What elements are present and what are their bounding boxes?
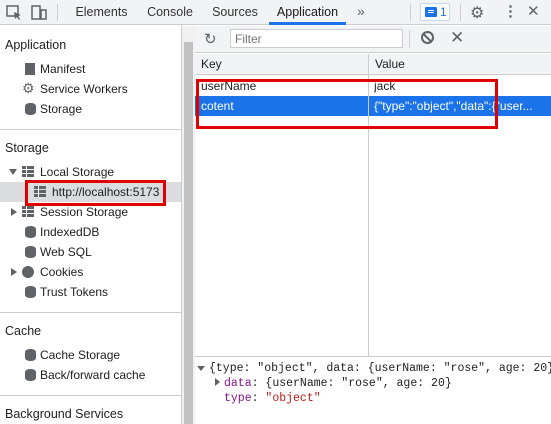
grid-icon (34, 186, 46, 197)
scrollbar-thumb[interactable] (184, 42, 193, 424)
sidebar-item-label: Trust Tokens (40, 285, 109, 299)
preview-type-key: type (224, 392, 252, 405)
sidebar-item-web-sql[interactable]: Web SQL (0, 242, 181, 262)
database-icon (25, 369, 36, 381)
sidebar-item-session-storage[interactable]: Session Storage (0, 202, 181, 222)
preview-type-value: "object" (265, 392, 321, 405)
filter-input[interactable] (230, 29, 403, 48)
storage-toolbar: ↻ ✕ (195, 26, 551, 53)
toolbar-separator (460, 4, 461, 21)
tab-console[interactable]: Console (139, 0, 201, 25)
delete-selected-icon[interactable]: ✕ (450, 28, 464, 48)
sidebar-item-label: http://localhost:5173 (52, 185, 160, 199)
sidebar-item-manifest[interactable]: Manifest (0, 59, 181, 79)
preview-divider[interactable] (195, 356, 551, 357)
column-header-value[interactable]: Value (369, 54, 551, 75)
expand-arrow-down-icon[interactable] (9, 169, 17, 175)
sidebar-divider (0, 129, 181, 130)
issues-count: 1 (440, 5, 447, 19)
issues-badge-button[interactable]: 1 (420, 3, 450, 21)
sidebar-item-cache-storage[interactable]: Cache Storage (0, 345, 181, 365)
database-icon (25, 226, 36, 238)
database-icon (25, 246, 36, 258)
database-icon (25, 103, 36, 115)
toolbar-separator (57, 4, 58, 21)
active-tab-indicator (269, 22, 346, 25)
sidebar-item-label: Session Storage (40, 205, 129, 219)
row-key: cotent (201, 99, 234, 113)
preview-data-key: data (224, 377, 252, 390)
row-value: jack (374, 79, 396, 93)
table-row[interactable]: userName jack (195, 76, 551, 96)
row-key: userName (201, 79, 257, 93)
sidebar-item-back-forward-cache[interactable]: Back/forward cache (0, 365, 181, 385)
tab-elements[interactable]: Elements (66, 0, 137, 25)
preview-object-line[interactable]: {type: "object", data: {userName: "rose"… (197, 361, 551, 376)
document-icon (25, 63, 35, 75)
toolbar-separator (409, 30, 410, 48)
section-title-background-services: Background Services (5, 407, 124, 421)
sidebar-item-label: Local Storage (40, 165, 115, 179)
value-preview: {type: "object", data: {userName: "rose"… (197, 361, 551, 406)
sidebar-item-service-workers[interactable]: ⚙ Service Workers (0, 79, 181, 99)
sidebar-item-trust-tokens[interactable]: Trust Tokens (0, 282, 181, 302)
database-icon (25, 286, 36, 298)
column-divider[interactable] (368, 54, 369, 356)
sidebar-item-cookies[interactable]: Cookies (0, 262, 181, 282)
preview-type-line: type: "object" (197, 391, 551, 406)
sidebar-item-label: Manifest (40, 62, 86, 76)
sidebar-item-storage[interactable]: Storage (0, 99, 181, 119)
gear-icon: ⚙ (22, 80, 35, 96)
section-title-storage: Storage (5, 141, 49, 155)
sidebar-item-label: Service Workers (40, 82, 128, 96)
sidebar-item-indexeddb[interactable]: IndexedDB (0, 222, 181, 242)
grid-icon (22, 166, 34, 177)
issues-message-icon (425, 7, 437, 17)
expand-arrow-icon[interactable] (215, 378, 220, 386)
more-tabs-chevron-icon[interactable]: » (357, 3, 365, 19)
sidebar-item-label: Cookies (40, 265, 84, 279)
preview-summary: {type: "object", data: {userName: "rose"… (209, 362, 551, 375)
refresh-icon[interactable]: ↻ (204, 30, 217, 48)
preview-type-sep: : (251, 392, 266, 405)
column-header-key[interactable]: Key (195, 54, 368, 75)
settings-gear-icon[interactable]: ⚙ (470, 3, 484, 23)
sidebar-divider (0, 395, 181, 396)
preview-data-value: : {userName: "rose", age: 20} (251, 377, 452, 390)
devtools-toolbar: Elements Console Sources Application » 1… (0, 0, 551, 25)
tab-sources[interactable]: Sources (204, 0, 266, 25)
clear-all-icon[interactable] (421, 31, 434, 44)
sidebar-item-label: Back/forward cache (40, 368, 146, 382)
expand-arrow-right-icon[interactable] (11, 208, 17, 216)
sidebar-item-label: Cache Storage (40, 348, 121, 362)
collapse-arrow-icon[interactable] (197, 366, 205, 371)
inspect-element-icon[interactable] (6, 5, 22, 20)
table-row-selected[interactable]: cotent {"type":"object","data":{"user... (195, 96, 551, 116)
more-options-kebab-icon[interactable]: ⋮ (503, 2, 518, 20)
sidebar-divider (0, 312, 181, 313)
sidebar-item-label: Storage (40, 102, 83, 116)
application-sidebar: Application Manifest ⚙ Service Workers S… (0, 26, 182, 424)
cookie-icon (22, 266, 34, 278)
section-title-cache: Cache (5, 324, 42, 338)
row-value: {"type":"object","data":{"user... (374, 99, 533, 113)
sidebar-item-label: IndexedDB (40, 225, 100, 239)
sidebar-item-localhost-origin[interactable]: http://localhost:5173 (0, 182, 181, 202)
toolbar-separator (410, 4, 411, 21)
sidebar-item-local-storage[interactable]: Local Storage (0, 162, 181, 182)
device-toolbar-icon[interactable] (31, 5, 47, 20)
sidebar-scrollbar[interactable] (182, 26, 195, 424)
storage-table: Key Value userName jack cotent {"type":"… (195, 54, 551, 356)
sidebar-item-label: Web SQL (40, 245, 92, 259)
grid-icon (22, 206, 34, 217)
section-title-application: Application (5, 38, 67, 52)
preview-data-line[interactable]: data: {userName: "rose", age: 20} (197, 376, 551, 391)
expand-arrow-right-icon[interactable] (11, 268, 17, 276)
close-devtools-icon[interactable]: ✕ (527, 2, 540, 20)
database-icon (25, 349, 36, 361)
